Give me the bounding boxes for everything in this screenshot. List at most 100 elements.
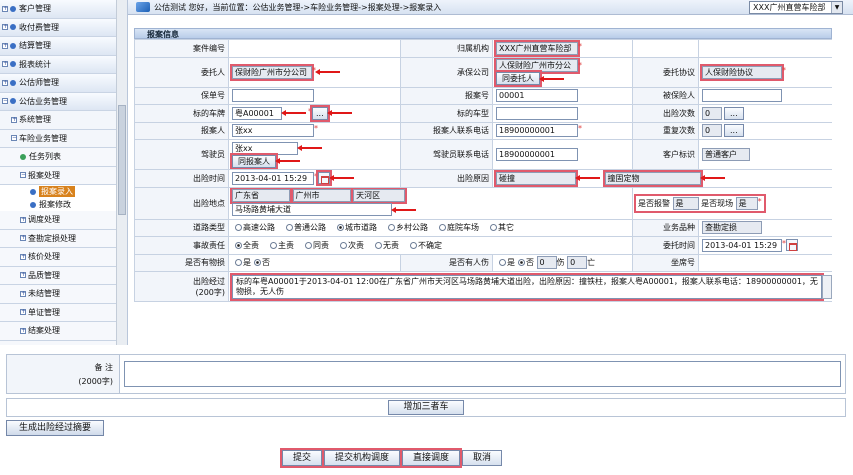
insurer-field[interactable]: 人保财险广州市分公 <box>494 58 580 74</box>
expand-icon[interactable]: + <box>20 309 26 316</box>
plate-lookup-button[interactable]: ... <box>310 105 330 122</box>
client-field[interactable]: 保财险广州市分公司 <box>230 63 314 81</box>
calendar-icon[interactable] <box>786 239 798 252</box>
same-as-reporter-button[interactable]: 同报案人 <box>230 152 278 169</box>
client-tag-field[interactable]: 普通客户 <box>702 148 750 161</box>
expand-icon[interactable]: + <box>2 79 8 86</box>
expand-icon[interactable]: + <box>2 42 8 49</box>
district-field[interactable]: 天河区 <box>351 188 408 204</box>
same-as-client-button[interactable]: 同委托人 <box>494 70 542 86</box>
sidebar-item[interactable]: + 公估师管理 <box>0 74 127 93</box>
dead-count-input[interactable]: 0 <box>567 256 588 270</box>
expand-icon[interactable]: + <box>2 5 8 12</box>
accident-time-input[interactable]: 2013-04-01 15:29 <box>232 171 314 185</box>
direct-dispatch-button[interactable]: 直接调度 <box>400 448 463 468</box>
expand-icon[interactable]: + <box>20 235 26 242</box>
sidebar-item[interactable]: + 核价处理 <box>0 248 127 267</box>
collapse-icon[interactable]: − <box>2 98 8 105</box>
expand-icon[interactable]: + <box>11 116 17 123</box>
add-third-party-car-button[interactable]: 增加三者车 <box>388 400 464 415</box>
reporter-input[interactable]: 张xx <box>232 124 314 138</box>
sidebar-scrollbar[interactable] <box>116 0 127 345</box>
sidebar-scroll-thumb[interactable] <box>118 105 126 215</box>
sidebar-item[interactable]: + 报表统计 <box>0 55 127 74</box>
injury-yes-radio[interactable] <box>499 259 506 267</box>
submit-button[interactable]: 提交 <box>279 448 325 468</box>
sidebar-item[interactable]: + 收付费管理 <box>0 18 127 37</box>
biz-type-field[interactable]: 查勘定损 <box>702 221 762 235</box>
repeat-button[interactable]: ... <box>724 124 744 138</box>
sidebar-item[interactable]: + 未结管理 <box>0 285 127 304</box>
generate-summary-button[interactable]: 生成出险经过摘要 <box>6 420 105 436</box>
liability-radio[interactable] <box>235 241 242 249</box>
reporter-tel-input[interactable]: 18900000001 <box>496 124 578 138</box>
road-type-radio[interactable] <box>388 224 395 232</box>
sidebar-item[interactable]: 报案录入 <box>0 185 127 198</box>
road-type-radio[interactable] <box>490 224 497 232</box>
property-loss-yes-radio[interactable] <box>235 259 242 267</box>
insured-input[interactable] <box>702 89 782 103</box>
scene-field[interactable]: 是 <box>735 196 758 210</box>
report-no-input[interactable]: 00001 <box>496 89 578 103</box>
sidebar-item[interactable]: + 客户管理 <box>0 0 127 19</box>
liability-radio[interactable] <box>340 241 347 249</box>
org-select[interactable]: XXX广州直营车险部 ▼ <box>749 1 843 14</box>
sidebar-item[interactable]: 任务列表 <box>0 148 127 167</box>
road-type-radio[interactable] <box>337 224 344 232</box>
policy-no-input[interactable] <box>232 89 314 103</box>
sidebar-item[interactable]: +公估费处理 <box>0 340 127 345</box>
liability-radio[interactable] <box>305 241 312 249</box>
model-input[interactable] <box>496 106 578 120</box>
sidebar-item[interactable]: + 结算管理 <box>0 37 127 56</box>
liability-radio[interactable] <box>270 241 277 249</box>
sidebar-item[interactable]: + 系统管理 <box>0 111 127 130</box>
expand-icon[interactable]: + <box>20 290 26 297</box>
cancel-button[interactable]: 取消 <box>462 450 503 466</box>
cause-secondary-field[interactable]: 撞固定物 <box>602 170 703 187</box>
road-type-radio[interactable] <box>439 224 446 232</box>
expand-icon[interactable]: + <box>2 61 8 68</box>
times-input[interactable]: 0 <box>702 106 722 120</box>
repeat-input[interactable]: 0 <box>702 124 722 138</box>
expand-icon[interactable]: + <box>20 272 26 279</box>
expand-icon[interactable]: + <box>20 216 26 223</box>
road-type-radio[interactable] <box>235 224 242 232</box>
sidebar-item[interactable]: + 品质管理 <box>0 266 127 285</box>
city-field[interactable]: 广州市 <box>290 188 353 204</box>
property-loss-no-radio[interactable] <box>254 259 261 267</box>
driver-tel-input[interactable]: 18900000001 <box>496 148 578 161</box>
agreement-field[interactable]: 人保财险协议 <box>700 63 784 81</box>
process-scrollbar[interactable] <box>822 274 832 299</box>
police-field[interactable]: 是 <box>672 196 699 210</box>
sidebar-item[interactable]: + 单证管理 <box>0 303 127 322</box>
expand-icon[interactable]: + <box>20 327 26 334</box>
collapse-icon[interactable]: − <box>11 135 17 142</box>
injured-count-input[interactable]: 0 <box>536 256 557 270</box>
sidebar-item[interactable]: 报案修改 <box>0 198 127 211</box>
liability-radio[interactable] <box>375 241 382 249</box>
injury-no-radio[interactable] <box>518 259 525 267</box>
entrust-time-input[interactable]: 2013-04-01 15:29 <box>702 238 782 252</box>
submit-org-dispatch-button[interactable]: 提交机构调度 <box>322 448 403 468</box>
sidebar-item[interactable]: − 报案处理 <box>0 166 127 185</box>
sidebar-item[interactable]: + 调度处理 <box>0 211 127 230</box>
province-field[interactable]: 广东省 <box>230 188 292 204</box>
chevron-down-icon[interactable]: ▼ <box>831 2 842 13</box>
expand-icon[interactable]: + <box>2 24 8 31</box>
sidebar-item[interactable]: + 查勘定损处理 <box>0 229 127 248</box>
sidebar-item[interactable]: − 车险业务管理 <box>0 129 127 148</box>
road-type-radio[interactable] <box>286 224 293 232</box>
remark-textarea[interactable] <box>124 361 841 387</box>
expand-icon[interactable]: + <box>20 253 26 260</box>
plate-input[interactable]: 粤A00001 <box>232 106 282 120</box>
sidebar-item[interactable]: − 公估业务管理 <box>0 92 127 111</box>
driver-input[interactable]: 张xx <box>232 141 298 155</box>
collapse-icon[interactable]: − <box>20 172 26 179</box>
cause-primary-field[interactable]: 碰撞 <box>494 170 578 187</box>
times-button[interactable]: ... <box>724 106 744 120</box>
street-input[interactable]: 马场路黄埔大道 <box>232 203 392 216</box>
org-field[interactable]: XXX广州直营车险部 <box>494 40 580 57</box>
sidebar-item[interactable]: + 结案处理 <box>0 322 127 341</box>
process-textarea[interactable]: 标的车粤A00001于2013-04-01 12:00在广东省广州市天河区马场路… <box>230 272 824 301</box>
liability-radio[interactable] <box>410 241 417 249</box>
